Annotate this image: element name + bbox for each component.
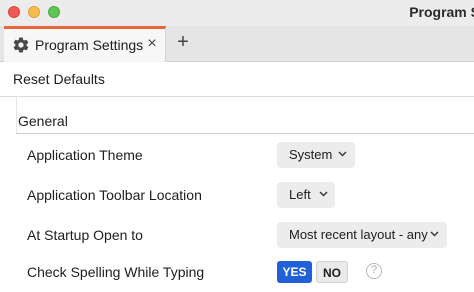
startup-open-select[interactable]: Most recent layout - any [277, 222, 447, 248]
divider [0, 96, 474, 97]
startup-open-value: Most recent layout - any [289, 227, 428, 242]
section-divider [16, 133, 474, 134]
section-border [16, 97, 17, 133]
toolbar-location-label: Application Toolbar Location [27, 187, 202, 203]
gear-icon [13, 37, 29, 53]
reset-defaults-button[interactable]: Reset Defaults [13, 71, 105, 87]
close-window-button[interactable] [8, 6, 20, 18]
zoom-window-button[interactable] [48, 6, 60, 18]
close-tab-icon[interactable]: × [144, 35, 160, 53]
title-bar: Program S [0, 0, 474, 26]
chevron-down-icon [319, 191, 328, 197]
toolbar-location-select[interactable]: Left [277, 182, 335, 208]
tab-program-settings[interactable]: Program Settings × [4, 26, 166, 62]
application-theme-select[interactable]: System [277, 142, 355, 168]
chevron-down-icon [430, 231, 439, 237]
chevron-down-icon [338, 151, 347, 157]
minimize-window-button[interactable] [28, 6, 40, 18]
help-icon[interactable]: ? [366, 263, 382, 279]
new-tab-button[interactable]: + [173, 30, 193, 54]
application-theme-label: Application Theme [27, 147, 143, 163]
tab-label: Program Settings [35, 37, 144, 53]
spell-check-label: Check Spelling While Typing [27, 264, 205, 280]
spell-check-yes-button[interactable]: YES [277, 261, 312, 283]
spell-check-no-button[interactable]: NO [316, 261, 348, 283]
application-theme-value: System [289, 147, 333, 162]
tab-strip: Program Settings × [0, 26, 474, 62]
window-title: Program S [409, 4, 474, 20]
section-title: General [18, 113, 68, 129]
toolbar-location-value: Left [289, 187, 311, 202]
startup-open-label: At Startup Open to [27, 227, 143, 243]
